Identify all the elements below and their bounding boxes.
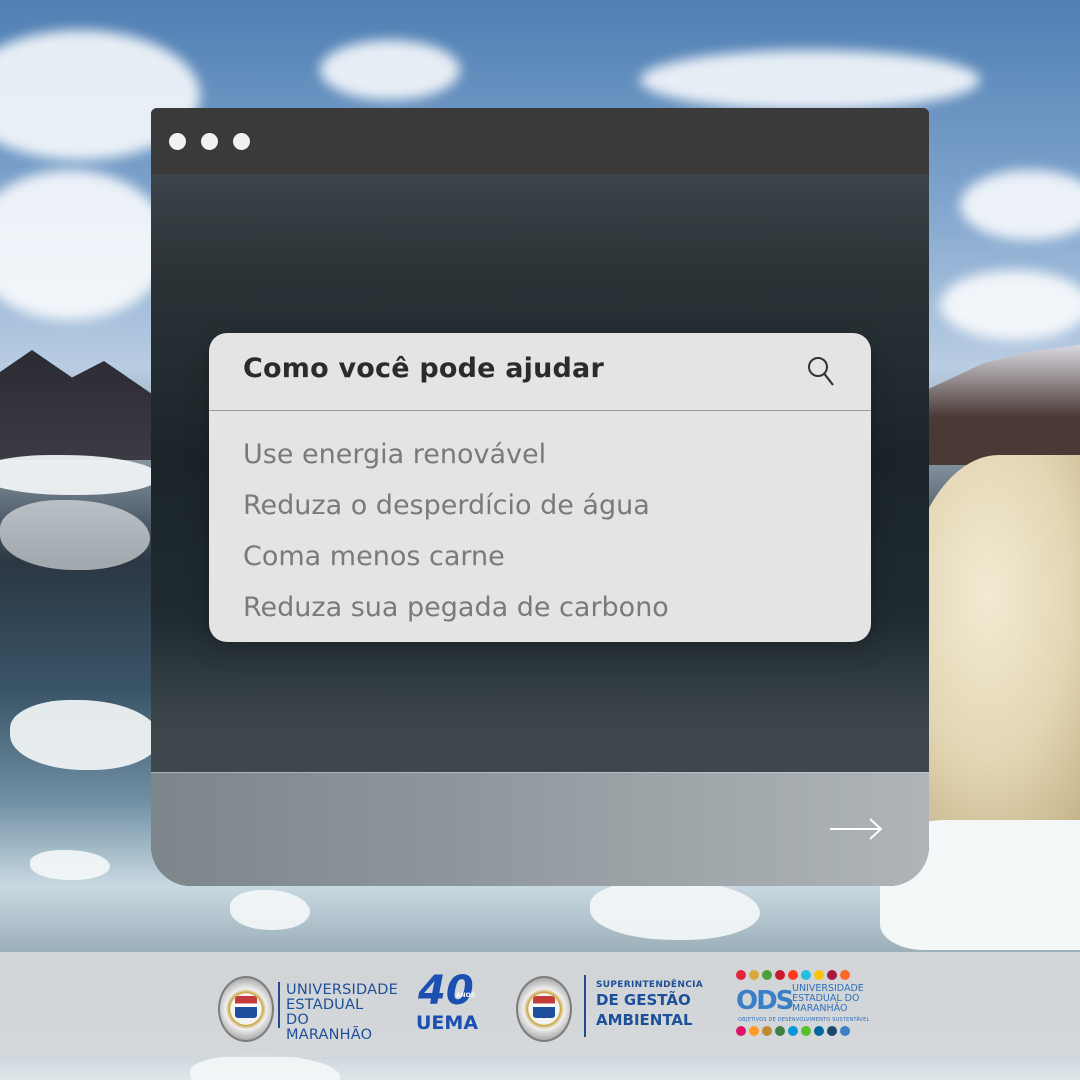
ods-goal-icon: [840, 1026, 850, 1036]
ods-goal-icon: [736, 1026, 746, 1036]
ods-goal-icon: [827, 1026, 837, 1036]
cloud: [640, 50, 980, 110]
search-title: Como você pode ajudar: [243, 353, 604, 384]
background-scene: Como você pode ajudar Use energia renová…: [0, 0, 1080, 1080]
window-titlebar: [151, 108, 929, 174]
university-seal-logo: [218, 976, 274, 1042]
search-bar[interactable]: Como você pode ajudar: [209, 333, 871, 411]
ods-subtitle: OBJETIVOS DE DESENVOLVIMENTO SUSTENTÁVEL: [738, 1017, 870, 1023]
divider: [584, 975, 586, 1037]
ods-goal-icon: [775, 1026, 785, 1036]
window-footer: [151, 772, 929, 886]
ods-goal-icon: [762, 970, 772, 980]
superintendence-line: SUPERINTENDÊNCIA: [596, 980, 704, 990]
window-dot-icon[interactable]: [201, 133, 218, 150]
ods-goal-icon: [827, 970, 837, 980]
ods-goal-icon: [749, 1026, 759, 1036]
anniversary-brand: UEMA: [416, 1012, 479, 1034]
ods-goal-icon: [814, 970, 824, 980]
suggestion-item[interactable]: Reduza o desperdício de água: [243, 488, 669, 539]
suggestion-list: Use energia renovável Reduza o desperdíc…: [243, 437, 669, 641]
ods-goal-icon: [749, 970, 759, 980]
ice-floe: [10, 700, 160, 770]
ods-goal-icon: [788, 1026, 798, 1036]
ice-floe: [30, 850, 110, 880]
cloud: [0, 170, 170, 320]
university-seal-logo: [516, 976, 572, 1042]
suggestion-item[interactable]: Coma menos carne: [243, 539, 669, 590]
ods-goal-icon: [801, 1026, 811, 1036]
ods-goal-icon: [840, 970, 850, 980]
ods-goal-icon: [775, 970, 785, 980]
ice-floe: [190, 1055, 340, 1080]
ods-goal-icon: [814, 1026, 824, 1036]
ods-goal-icon: [762, 1026, 772, 1036]
superintendence-logo: SUPERINTENDÊNCIA DE GESTÃO AMBIENTAL: [596, 980, 703, 1030]
divider: [278, 982, 280, 1028]
suggestion-item[interactable]: Reduza sua pegada de carbono: [243, 590, 669, 641]
window-dot-icon[interactable]: [169, 133, 186, 150]
mountain: [920, 345, 1080, 465]
anniversary-number: 40: [418, 968, 474, 1014]
arrow-right-icon[interactable]: [829, 817, 883, 841]
ods-logo: ODS: [736, 986, 794, 1016]
ods-university-name: UNIVERSIDADE ESTADUAL DO MARANHÃO: [792, 983, 864, 1014]
ods-goal-icon: [736, 970, 746, 980]
ice-floe: [590, 880, 760, 940]
seal-shield: [235, 996, 257, 1018]
seal-shield: [533, 996, 555, 1018]
superintendence-line: AMBIENTAL: [596, 1011, 693, 1029]
anniversary-label: ANOS: [456, 992, 476, 999]
suggestion-item[interactable]: Use energia renovável: [243, 437, 669, 488]
superintendence-line: DE GESTÃO: [596, 991, 691, 1009]
university-name: UNIVERSIDADE ESTADUAL DO MARANHÃO: [286, 982, 398, 1043]
search-card: Como você pode ajudar Use energia renová…: [209, 333, 871, 642]
cloud: [320, 40, 460, 100]
ods-goal-icon: [788, 970, 798, 980]
mountain: [0, 350, 160, 460]
ice-floe: [0, 455, 160, 495]
window-dot-icon[interactable]: [233, 133, 250, 150]
ice-floe: [0, 500, 150, 570]
uema-40-anos-logo: 40 ANOS UEMA: [416, 968, 486, 1036]
cloud: [940, 270, 1080, 340]
search-icon[interactable]: [807, 355, 835, 389]
ods-goal-icon: [801, 970, 811, 980]
cloud: [960, 170, 1080, 240]
ice-floe: [230, 890, 310, 930]
